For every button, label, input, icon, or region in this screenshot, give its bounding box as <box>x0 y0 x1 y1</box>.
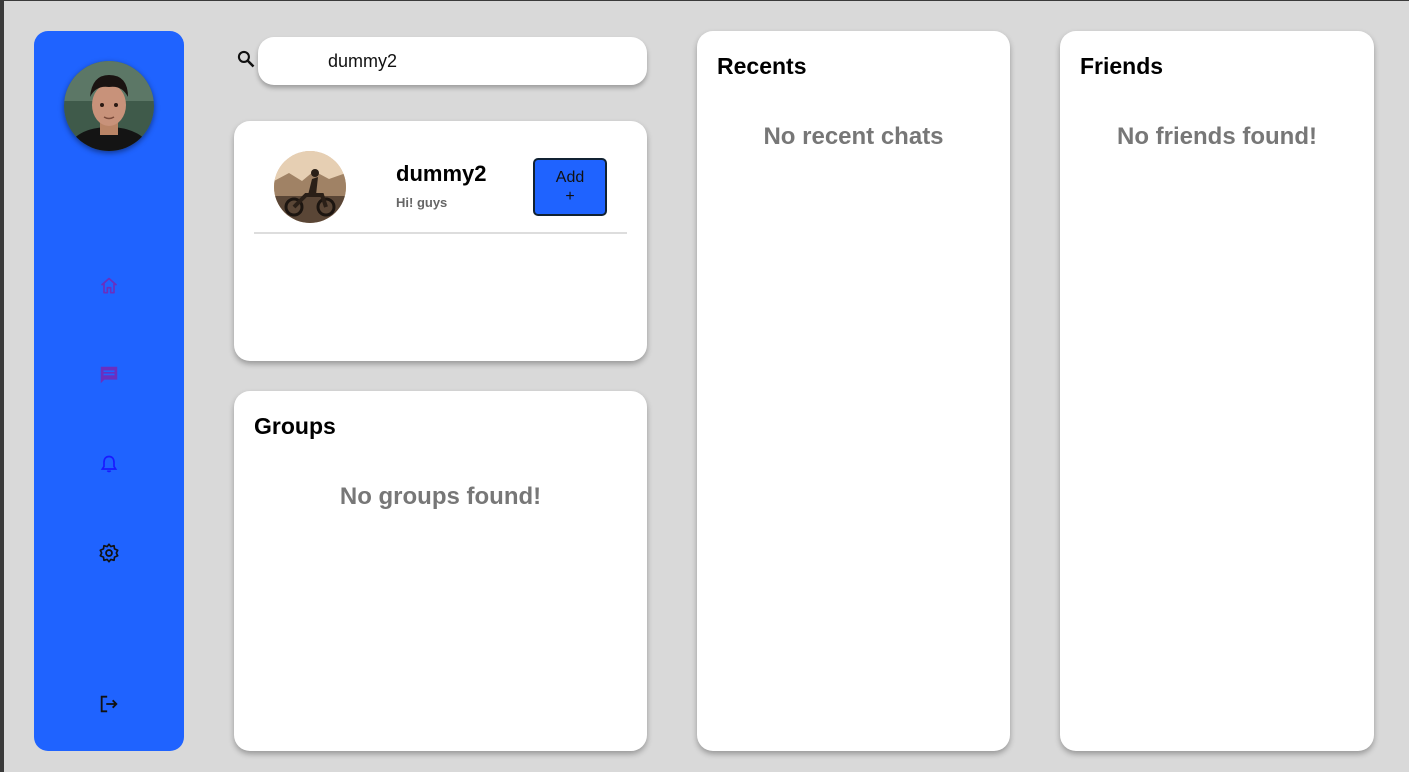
bell-icon[interactable] <box>97 452 121 476</box>
logout-icon[interactable] <box>97 692 121 716</box>
recents-card: Recents No recent chats <box>697 31 1010 751</box>
settings-icon[interactable] <box>97 541 121 565</box>
chat-icon[interactable] <box>97 363 121 387</box>
search-results-card: dummy2 Hi! guys Add + <box>234 121 647 361</box>
result-avatar[interactable] <box>274 151 346 223</box>
recents-title: Recents <box>717 53 807 79</box>
groups-card: Groups No groups found! <box>234 391 647 751</box>
groups-title: Groups <box>254 413 336 439</box>
friends-title: Friends <box>1080 53 1164 79</box>
search-input[interactable] <box>258 37 647 85</box>
add-friend-button[interactable]: Add + <box>533 158 607 216</box>
friends-card: Friends No friends found! <box>1060 31 1374 751</box>
result-name: dummy2 <box>396 161 487 186</box>
search-icon <box>236 49 258 71</box>
sidebar <box>34 31 184 751</box>
user-avatar[interactable] <box>64 61 154 151</box>
home-icon[interactable] <box>97 274 121 298</box>
groups-empty-message: No groups found! <box>339 483 542 510</box>
divider <box>254 232 627 234</box>
friends-empty-message: No friends found! <box>1117 123 1317 150</box>
result-status: Hi! guys <box>396 195 448 210</box>
recents-empty-message: No recent chats <box>763 123 944 150</box>
